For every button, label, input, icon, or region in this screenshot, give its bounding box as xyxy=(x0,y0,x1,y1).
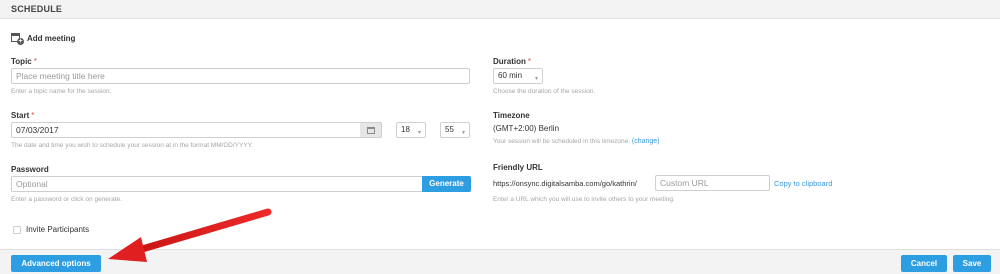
add-meeting-label: Add meeting xyxy=(27,33,76,43)
topic-label: Topic * xyxy=(11,57,37,66)
page-title: SCHEDULE xyxy=(11,4,63,14)
form-footer: Advanced options Cancel Save xyxy=(0,249,1000,274)
start-hour-value: 18 xyxy=(401,125,410,134)
duration-value: 60 min xyxy=(498,71,523,80)
password-help: Enter a password or click on generate. xyxy=(11,196,122,203)
friendly-url-help: Enter a URL which you will use to invite… xyxy=(493,196,675,203)
start-label: Start * xyxy=(11,111,35,120)
invite-participants-checkbox[interactable] xyxy=(13,226,21,234)
start-date-input[interactable] xyxy=(11,122,361,138)
start-minute-select[interactable]: 55 ▾ xyxy=(440,122,470,138)
generate-button[interactable]: Generate xyxy=(422,176,471,192)
password-input[interactable] xyxy=(11,176,423,192)
required-mark: * xyxy=(31,111,35,120)
start-hour-select[interactable]: 18 ▾ xyxy=(396,122,426,138)
calendar-icon xyxy=(367,127,375,134)
save-button[interactable]: Save xyxy=(953,255,991,272)
datepicker-button[interactable] xyxy=(360,122,382,138)
start-help: The date and time you wish to schedule y… xyxy=(11,142,253,149)
custom-url-input[interactable] xyxy=(655,175,770,191)
duration-select[interactable]: 60 min ▾ xyxy=(493,68,543,84)
timezone-help: Your session will be scheduled in this t… xyxy=(493,138,660,145)
copy-to-clipboard-link[interactable]: Copy to clipboard xyxy=(774,179,832,188)
schedule-header: SCHEDULE xyxy=(0,0,1000,19)
timezone-change-link[interactable]: (change) xyxy=(632,138,660,145)
add-meeting-heading: + Add meeting xyxy=(11,32,76,45)
timezone-label: Timezone xyxy=(493,111,530,120)
required-mark: * xyxy=(527,57,532,66)
chevron-down-icon: ▾ xyxy=(534,76,538,82)
duration-help: Choose the duration of the session. xyxy=(493,88,596,95)
topic-help: Enter a topic name for the session. xyxy=(11,88,112,95)
invite-participants-label: Invite Participants xyxy=(26,225,90,234)
duration-label: Duration * xyxy=(493,57,532,66)
password-label: Password xyxy=(11,165,49,174)
required-mark: * xyxy=(33,57,37,66)
timezone-value: (GMT+2:00) Berlin xyxy=(493,124,560,133)
arrow-shaft xyxy=(128,208,272,256)
friendly-url-label: Friendly URL xyxy=(493,163,543,172)
friendly-url-prefix: https://onsync.digitalsamba.com/go/kathr… xyxy=(493,179,637,188)
advanced-options-button[interactable]: Advanced options xyxy=(11,255,101,272)
chevron-down-icon: ▾ xyxy=(417,130,421,136)
cancel-button[interactable]: Cancel xyxy=(901,255,947,272)
calendar-add-icon: + xyxy=(11,33,24,45)
chevron-down-icon: ▾ xyxy=(461,130,465,136)
topic-input[interactable] xyxy=(11,68,470,84)
start-minute-value: 55 xyxy=(445,125,454,134)
